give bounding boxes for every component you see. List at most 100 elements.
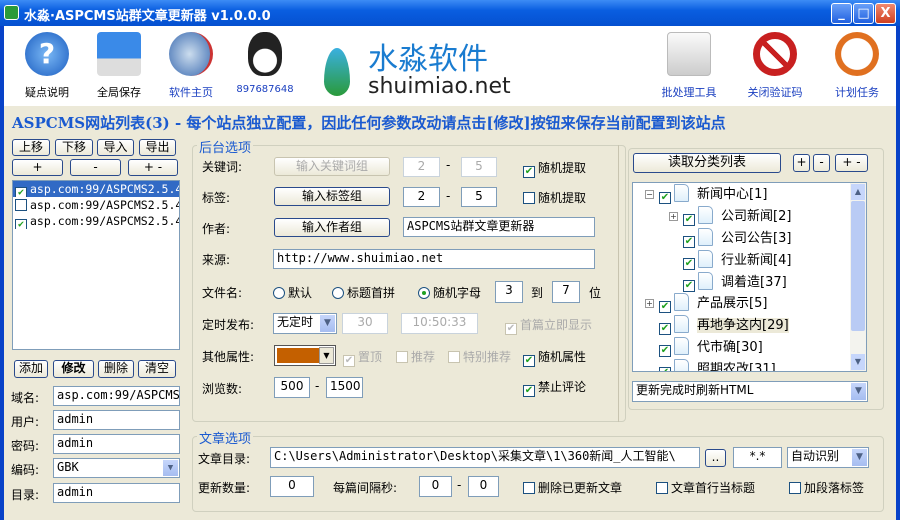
- tree-node[interactable]: − ✔ 新闻中心[1]: [645, 184, 767, 204]
- delete-button[interactable]: 删除: [98, 360, 134, 378]
- browse-button[interactable]: ..: [705, 449, 726, 467]
- category-select-all-button[interactable]: +: [793, 154, 810, 172]
- radio[interactable]: [418, 287, 430, 299]
- help-button[interactable]: ? 疑点说明: [12, 30, 82, 100]
- move-down-button[interactable]: 下移: [55, 139, 93, 156]
- checkbox[interactable]: [656, 482, 668, 494]
- random-attr-checkbox[interactable]: ✔ 随机属性: [523, 348, 586, 367]
- domain-input[interactable]: asp.com:99/ASPCMS: [53, 386, 180, 406]
- maximize-button[interactable]: □: [853, 3, 874, 24]
- batch-tool-button[interactable]: 批处理工具: [654, 30, 724, 100]
- author-group-button[interactable]: 输入作者组: [274, 218, 390, 237]
- expand-icon[interactable]: +: [645, 299, 654, 308]
- delete-updated-checkbox[interactable]: 删除已更新文章: [523, 479, 622, 496]
- checkbox[interactable]: [15, 199, 27, 211]
- checkbox[interactable]: ✔: [15, 219, 27, 229]
- file-ext-input[interactable]: *.*: [733, 447, 782, 468]
- read-category-button[interactable]: 读取分类列表: [633, 153, 781, 173]
- checkbox[interactable]: [523, 482, 535, 494]
- interval-max-input[interactable]: 0: [468, 476, 499, 497]
- qq-button[interactable]: 897687648: [230, 30, 300, 95]
- expand-icon[interactable]: +: [669, 212, 678, 221]
- checkbox[interactable]: ✔: [683, 258, 695, 270]
- count-input[interactable]: 0: [270, 476, 314, 497]
- refresh-mode-select[interactable]: 更新完成时刷新HTML ▼: [632, 381, 868, 402]
- site-item[interactable]: ✔ asp.com:99/ASPCMS2.5.4: [13, 181, 179, 197]
- save-button[interactable]: 全局保存: [84, 30, 154, 100]
- checkbox[interactable]: [396, 351, 408, 363]
- dir-input[interactable]: admin: [53, 483, 180, 503]
- collapse-icon[interactable]: −: [645, 190, 654, 199]
- checkbox[interactable]: [789, 482, 801, 494]
- tree-scrollbar[interactable]: ▲ ▼: [850, 183, 866, 371]
- tree-node[interactable]: ✔ 调着造[37]: [683, 272, 787, 292]
- views-max-input[interactable]: 1500: [326, 377, 363, 398]
- views-min-input[interactable]: 500: [274, 377, 310, 398]
- select-all-button[interactable]: +: [12, 159, 63, 176]
- minimize-button[interactable]: _: [831, 3, 852, 24]
- checkbox[interactable]: ✔: [15, 187, 27, 197]
- filename-max-input[interactable]: 7: [552, 281, 580, 303]
- scroll-down-icon[interactable]: ▼: [851, 354, 865, 370]
- first-line-title-checkbox[interactable]: 文章首行当标题: [656, 479, 755, 496]
- timer-count-input[interactable]: 30: [342, 313, 388, 334]
- category-invert-button[interactable]: + -: [835, 154, 868, 172]
- timer-time-input[interactable]: 10:50:33: [401, 313, 478, 334]
- encoding-select[interactable]: GBK ▼: [53, 458, 180, 478]
- top-checkbox[interactable]: ✔ 置顶: [343, 348, 382, 367]
- close-button[interactable]: X: [875, 3, 896, 24]
- tag-random-checkbox[interactable]: 随机提取: [523, 189, 586, 206]
- special-recommend-checkbox[interactable]: 特别推荐: [448, 348, 511, 365]
- author-input[interactable]: ASPCMS站群文章更新器: [403, 217, 595, 237]
- export-button[interactable]: 导出: [139, 139, 176, 156]
- checkbox[interactable]: ✔: [659, 367, 671, 371]
- checkbox[interactable]: ✔: [683, 236, 695, 248]
- checkbox[interactable]: ✔: [523, 355, 535, 367]
- checkbox[interactable]: ✔: [523, 166, 535, 178]
- checkbox[interactable]: ✔: [659, 301, 671, 313]
- clear-button[interactable]: 清空: [138, 360, 176, 378]
- tree-node[interactable]: + ✔ 产品展示[5]: [645, 293, 767, 313]
- checkbox[interactable]: ✔: [523, 385, 535, 397]
- filename-pinyin-radio[interactable]: 标题首拼: [332, 284, 395, 301]
- tree-node[interactable]: + ✔ 公司新闻[2]: [669, 206, 791, 226]
- invert-selection-button[interactable]: + -: [128, 159, 178, 176]
- tree-node[interactable]: ✔ 再地争这内[29]: [659, 315, 789, 335]
- add-paragraph-checkbox[interactable]: 加段落标签: [789, 479, 864, 496]
- tree-node[interactable]: ✔ 行业新闻[4]: [683, 250, 791, 270]
- timer-select[interactable]: 无定时 ▼: [273, 313, 337, 334]
- scroll-thumb[interactable]: [851, 201, 865, 331]
- tag-min-input[interactable]: 2: [403, 187, 440, 207]
- scroll-up-icon[interactable]: ▲: [851, 184, 865, 200]
- site-item[interactable]: ✔ asp.com:99/ASPCMS2.5.4: [13, 213, 179, 229]
- category-tree[interactable]: − ✔ 新闻中心[1] + ✔ 公司新闻[2] ✔ 公司公告[3] ✔ 行业新闻[4] ✔ 调…: [632, 182, 867, 372]
- no-comment-checkbox[interactable]: ✔ 禁止评论: [523, 378, 586, 397]
- keyword-group-button[interactable]: 输入关键词组: [274, 157, 390, 176]
- first-show-checkbox[interactable]: ✔ 首篇立即显示: [505, 316, 592, 335]
- checkbox[interactable]: ✔: [659, 345, 671, 357]
- deselect-all-button[interactable]: -: [70, 159, 121, 176]
- tag-group-button[interactable]: 输入标签组: [274, 187, 390, 206]
- filename-default-radio[interactable]: 默认: [273, 284, 312, 301]
- keyword-max-input[interactable]: 5: [461, 157, 497, 177]
- checkbox[interactable]: [448, 351, 460, 363]
- close-captcha-button[interactable]: 关闭验证码: [740, 30, 810, 100]
- checkbox[interactable]: ✔: [659, 192, 671, 204]
- checkbox[interactable]: ✔: [683, 214, 695, 226]
- homepage-button[interactable]: 软件主页: [156, 30, 226, 100]
- schedule-button[interactable]: 计划任务: [822, 30, 892, 100]
- checkbox[interactable]: ✔: [505, 323, 517, 335]
- tree-node[interactable]: ✔ 公司公告[3]: [683, 228, 791, 248]
- tree-node[interactable]: ✔ 照期农改[31]: [659, 359, 776, 371]
- radio[interactable]: [332, 287, 344, 299]
- checkbox[interactable]: ✔: [659, 323, 671, 335]
- filename-random-radio[interactable]: 随机字母: [418, 284, 481, 301]
- tag-max-input[interactable]: 5: [461, 187, 497, 207]
- move-up-button[interactable]: 上移: [12, 139, 50, 156]
- source-input[interactable]: http://www.shuimiao.net: [273, 249, 595, 269]
- checkbox[interactable]: ✔: [683, 280, 695, 292]
- keyword-random-checkbox[interactable]: ✔ 随机提取: [523, 159, 586, 178]
- site-list[interactable]: ✔ asp.com:99/ASPCMS2.5.4 asp.com:99/ASPCM…: [12, 180, 180, 350]
- category-deselect-button[interactable]: -: [813, 154, 830, 172]
- color-picker[interactable]: ▼: [274, 345, 336, 366]
